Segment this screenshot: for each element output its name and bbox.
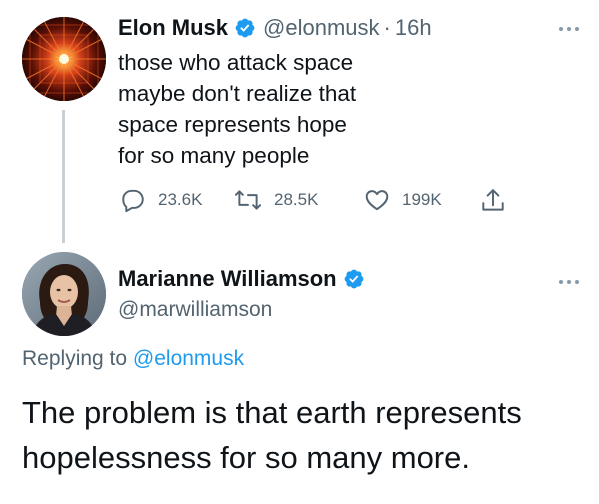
marianne-williamson-avatar[interactable] <box>22 252 106 336</box>
tweet-text-line: space represents hope <box>118 112 347 137</box>
reply-button[interactable]: 23.6K <box>120 187 202 213</box>
share-icon <box>482 189 504 211</box>
tweet-text-line: The problem is that earth represents <box>22 395 522 430</box>
retweet-count: 28.5K <box>274 190 319 209</box>
retweet-button[interactable]: 28.5K <box>234 187 318 213</box>
like-count: 199K <box>402 190 442 209</box>
author-name[interactable]: Elon Musk <box>118 14 228 42</box>
tweet1-action-bar: 23.6K 28.5K 199K <box>118 187 538 217</box>
tweet-timestamp[interactable]: 16h <box>395 14 432 42</box>
like-button[interactable]: 199K <box>364 187 442 213</box>
elon-musk-avatar[interactable] <box>22 17 106 101</box>
tweet1-header: Elon Musk @elonmusk · 16h <box>118 14 432 42</box>
separator-dot: · <box>383 15 391 40</box>
tweet-text-line: maybe don't realize that <box>118 81 357 106</box>
tweet1-body: those who attack space maybe don't reali… <box>118 47 518 171</box>
avatar-starburst-image <box>22 17 106 101</box>
author-name[interactable]: Marianne Williamson <box>118 265 337 293</box>
more-dots-icon[interactable] <box>557 273 581 284</box>
verified-badge-icon <box>234 17 256 39</box>
comment-icon <box>122 189 144 213</box>
author-handle[interactable]: @marwilliamson <box>118 296 272 324</box>
tweet-thread: Elon Musk @elonmusk · 16h those who atta… <box>0 0 599 504</box>
replying-to-mention-link[interactable]: @elonmusk <box>133 347 244 370</box>
thread-connector-line <box>62 110 65 243</box>
replying-to-label: Replying to <box>22 347 128 370</box>
share-button[interactable] <box>480 187 506 215</box>
tweet-text-line: hopelessness for so many more. <box>22 440 470 475</box>
reply-count: 23.6K <box>158 190 203 209</box>
tweet2-body: The problem is that earth represents hop… <box>22 390 592 480</box>
verified-badge-icon <box>343 268 365 290</box>
tweet-text-line: those who attack space <box>118 50 354 75</box>
replying-to-line: Replying to @elonmusk <box>22 345 244 373</box>
retweet-icon <box>234 190 262 210</box>
author-handle[interactable]: @elonmusk <box>263 14 380 42</box>
tweet2-header: Marianne Williamson <box>118 265 372 293</box>
more-dots-icon[interactable] <box>557 20 581 31</box>
heart-icon <box>365 190 389 211</box>
tweet-text-line: for so many people <box>118 143 310 168</box>
avatar-portrait-image <box>22 252 106 336</box>
